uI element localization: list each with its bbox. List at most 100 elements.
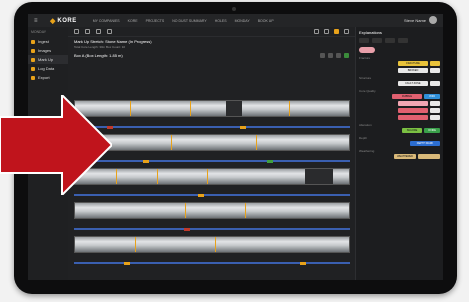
panel-tab[interactable] bbox=[372, 38, 382, 43]
explanation-chip[interactable]: VOID bbox=[424, 94, 440, 99]
explanation-chip[interactable] bbox=[430, 68, 440, 73]
explanation-chip[interactable] bbox=[430, 81, 440, 86]
interval-bar[interactable] bbox=[74, 126, 350, 128]
core-image-strip[interactable] bbox=[74, 168, 350, 185]
explanation-chip[interactable] bbox=[430, 61, 440, 66]
panel-tab[interactable] bbox=[385, 38, 395, 43]
panel-tab[interactable] bbox=[398, 38, 408, 43]
core-tray-row[interactable] bbox=[74, 199, 350, 233]
nav-link[interactable]: PROJECTS bbox=[146, 19, 165, 23]
interval-marker[interactable] bbox=[267, 160, 274, 163]
explanation-row bbox=[359, 115, 440, 120]
section-label: Alteration bbox=[359, 123, 372, 127]
core-tray-row[interactable] bbox=[74, 131, 350, 165]
explanation-row: FAULT ZONE bbox=[359, 81, 440, 86]
fracture-marker[interactable] bbox=[116, 169, 118, 184]
explanation-row: SULFIDE OXIDE bbox=[359, 128, 440, 133]
explanation-chip[interactable] bbox=[398, 108, 428, 113]
explanation-chip[interactable]: FRACTURE bbox=[398, 61, 428, 66]
interval-marker[interactable] bbox=[184, 228, 191, 231]
fracture-marker[interactable] bbox=[135, 237, 137, 252]
avatar[interactable] bbox=[429, 16, 437, 24]
sidebar-item-images[interactable]: Images bbox=[28, 46, 68, 55]
explanation-chip[interactable]: BROKEN bbox=[398, 68, 428, 73]
explanation-chip[interactable]: OXIDE bbox=[424, 128, 440, 133]
fracture-marker[interactable] bbox=[157, 169, 159, 184]
interval-marker[interactable] bbox=[300, 262, 307, 265]
rotate-icon[interactable] bbox=[320, 53, 325, 58]
nav-link[interactable]: HOLES bbox=[215, 19, 227, 23]
nav-link[interactable]: KORE bbox=[128, 19, 138, 23]
explanation-chip[interactable] bbox=[398, 101, 428, 106]
panel-tab[interactable] bbox=[359, 38, 369, 43]
core-tray-row[interactable] bbox=[74, 165, 350, 199]
fracture-marker[interactable] bbox=[255, 135, 257, 150]
user-menu[interactable]: Steve Name bbox=[404, 16, 437, 24]
interval-bar[interactable] bbox=[74, 160, 350, 162]
sidebar-item-label: Ingest bbox=[38, 39, 49, 44]
hamburger-icon[interactable]: ≡ bbox=[34, 18, 44, 24]
sidebar-item-mark-up[interactable]: Mark Up bbox=[28, 55, 68, 64]
core-image-strip[interactable] bbox=[74, 134, 350, 151]
nav-link[interactable]: MY COMPANIES bbox=[93, 19, 120, 23]
explanation-chip[interactable]: DEPTH MARK bbox=[410, 141, 440, 146]
list-icon[interactable] bbox=[85, 29, 90, 34]
confirm-icon[interactable] bbox=[344, 53, 349, 58]
explanation-chip[interactable]: RUBBLE bbox=[392, 94, 422, 99]
explanation-chip[interactable] bbox=[398, 115, 428, 120]
core-gap bbox=[305, 169, 333, 184]
nav-link[interactable]: BOOK UP bbox=[258, 19, 274, 23]
interval-bar[interactable] bbox=[74, 194, 350, 196]
filter-icon[interactable] bbox=[344, 29, 349, 34]
flip-icon[interactable] bbox=[328, 53, 333, 58]
core-image-strip[interactable] bbox=[74, 100, 350, 117]
nav-link[interactable]: NO DUST SUMMARY bbox=[172, 19, 207, 23]
sidebar-item-label: Log Data bbox=[38, 66, 55, 71]
copy-icon[interactable] bbox=[107, 29, 112, 34]
fracture-marker[interactable] bbox=[184, 203, 186, 218]
interval-marker[interactable] bbox=[123, 262, 130, 265]
core-image-strip[interactable] bbox=[74, 202, 350, 219]
explanation-chip[interactable] bbox=[430, 101, 440, 106]
image-icon bbox=[31, 48, 35, 53]
fracture-marker[interactable] bbox=[244, 203, 246, 218]
fracture-marker[interactable] bbox=[206, 169, 208, 184]
interval-bar[interactable] bbox=[74, 228, 350, 230]
fracture-marker[interactable] bbox=[129, 101, 131, 116]
interval-marker[interactable] bbox=[143, 160, 149, 163]
core-image-strip[interactable] bbox=[74, 236, 350, 253]
sidebar-item-log-data[interactable]: Log Data bbox=[28, 64, 68, 73]
explanation-chip[interactable] bbox=[430, 108, 440, 113]
zoom-icon[interactable] bbox=[314, 29, 319, 34]
fracture-marker[interactable] bbox=[214, 237, 216, 252]
fracture-marker[interactable] bbox=[288, 101, 290, 116]
fracture-marker[interactable] bbox=[170, 135, 172, 150]
interval-bar[interactable] bbox=[74, 262, 350, 264]
app-logo[interactable]: ◆ KORE bbox=[50, 17, 77, 25]
stretch-subtitle: Total Core Length: 30m Box Count: 10 bbox=[74, 45, 126, 49]
info-icon[interactable] bbox=[96, 29, 101, 34]
sidebar-item-export[interactable]: Export bbox=[28, 73, 68, 82]
section-label: Structure bbox=[359, 76, 372, 80]
explanation-row: BROKEN bbox=[359, 68, 440, 73]
nav-link[interactable]: MONDAY bbox=[235, 19, 250, 23]
logo-mark-icon: ◆ bbox=[50, 17, 56, 25]
crop-icon[interactable] bbox=[336, 53, 341, 58]
active-filter-chip[interactable] bbox=[359, 47, 375, 53]
interval-marker[interactable] bbox=[239, 126, 246, 129]
top-navigation-bar: ≡ ◆ KORE MY COMPANIES KORE PROJECTS NO D… bbox=[28, 14, 443, 27]
explanation-chip[interactable] bbox=[418, 154, 440, 159]
save-icon[interactable] bbox=[334, 29, 339, 34]
interval-marker[interactable] bbox=[198, 194, 205, 197]
refresh-icon[interactable] bbox=[324, 29, 329, 34]
explanation-chip[interactable] bbox=[430, 115, 440, 120]
explanation-chip[interactable]: FAULT ZONE bbox=[398, 81, 428, 86]
core-tray-row[interactable] bbox=[74, 233, 350, 267]
fracture-marker[interactable] bbox=[190, 101, 192, 116]
explanation-chip[interactable]: SULFIDE bbox=[402, 128, 422, 133]
explanation-row bbox=[359, 108, 440, 113]
grid-icon[interactable] bbox=[74, 29, 79, 34]
core-tray-row[interactable] bbox=[74, 97, 350, 131]
explanation-chip[interactable]: WEATHERED bbox=[394, 154, 416, 159]
sidebar-item-ingest[interactable]: Ingest bbox=[28, 37, 68, 46]
